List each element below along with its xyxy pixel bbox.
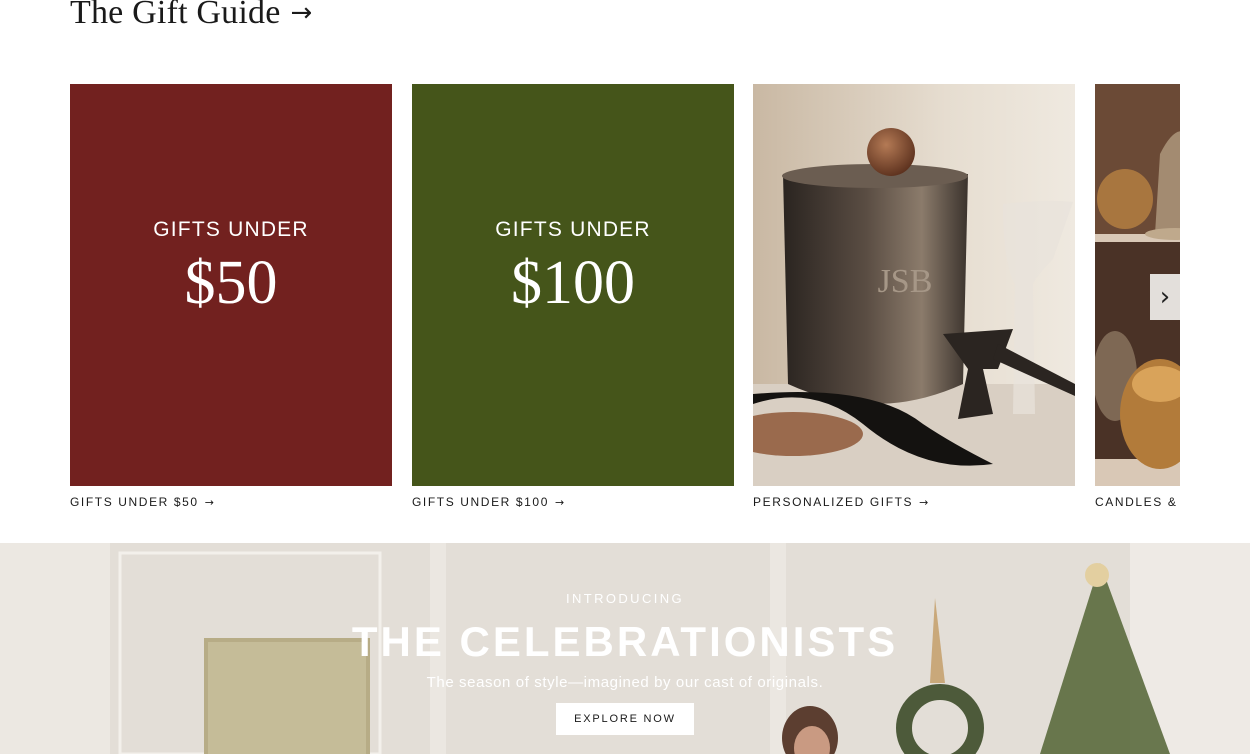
card-gifts-under-100[interactable]: GIFTS UNDER $100 GIFTS UNDER $100 →	[412, 84, 734, 509]
card-tile[interactable]: GIFTS UNDER $100	[412, 84, 734, 486]
gift-guide-title[interactable]: The Gift Guide →	[70, 0, 313, 32]
explore-now-button[interactable]: EXPLORE NOW	[556, 703, 694, 735]
arrow-right-icon: →	[554, 495, 566, 509]
tile-text: GIFTS UNDER $100	[412, 84, 734, 486]
tile-text: GIFTS UNDER $50	[70, 84, 392, 486]
card-caption: GIFTS UNDER $100	[412, 495, 549, 509]
card-caption-link[interactable]: CANDLES & H	[1095, 495, 1180, 509]
hero-subtitle: The season of style—imagined by our cast…	[426, 674, 824, 691]
carousel-next-button[interactable]: ›	[1150, 274, 1180, 320]
ice-bucket-illustration: JSB	[753, 84, 1075, 486]
chevron-right-icon: ›	[1159, 282, 1171, 312]
hero-headline: THE CELEBRATIONISTS	[351, 618, 899, 665]
monogram: JSB	[878, 263, 933, 300]
arrow-right-icon: →	[290, 0, 313, 28]
card-tile[interactable]: GIFTS UNDER $50	[70, 84, 392, 486]
tile-label: GIFTS UNDER	[153, 217, 309, 241]
hero-content: INTRODUCING THE CELEBRATIONISTS The seas…	[0, 543, 1250, 735]
card-caption-link[interactable]: GIFTS UNDER $50 →	[70, 495, 392, 509]
card-caption-link[interactable]: GIFTS UNDER $100 →	[412, 495, 734, 509]
tile-price: $100	[511, 248, 635, 317]
arrow-right-icon: →	[204, 495, 216, 509]
hero-banner: INTRODUCING THE CELEBRATIONISTS The seas…	[0, 543, 1250, 754]
ice-bucket-image[interactable]: JSB	[753, 84, 1075, 486]
tile-price: $50	[184, 248, 278, 317]
card-caption: PERSONALIZED GIFTS	[753, 495, 914, 509]
arrow-right-icon: →	[919, 495, 930, 509]
card-gifts-under-50[interactable]: GIFTS UNDER $50 GIFTS UNDER $50 →	[70, 84, 392, 509]
hero-eyebrow: INTRODUCING	[565, 591, 685, 606]
tile-label: GIFTS UNDER	[495, 217, 651, 241]
gift-guide-title-text: The Gift Guide	[70, 0, 281, 31]
card-caption: GIFTS UNDER $50	[70, 495, 199, 509]
card-caption: CANDLES & H	[1095, 495, 1180, 509]
card-personalized-gifts[interactable]: JSB PERSONALIZED GIFTS →	[753, 84, 1075, 509]
card-caption-link[interactable]: PERSONALIZED GIFTS →	[753, 495, 1075, 509]
gift-guide-carousel: GIFTS UNDER $50 GIFTS UNDER $50 → GIFTS …	[70, 84, 1180, 524]
